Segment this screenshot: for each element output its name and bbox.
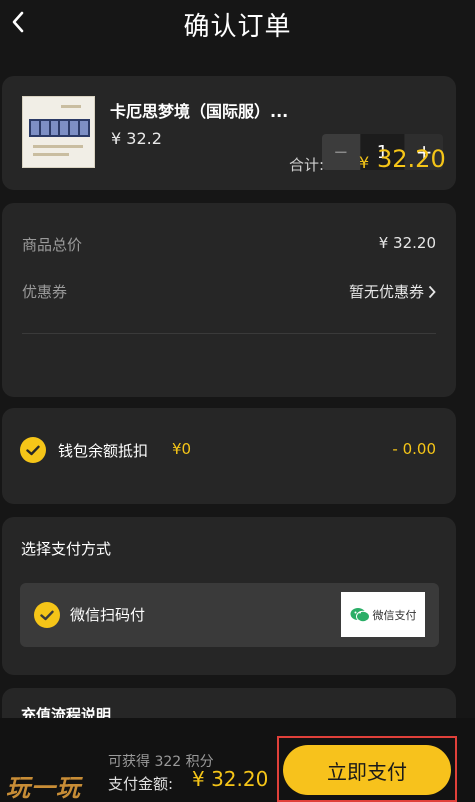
summary-divider: [22, 333, 436, 334]
checkmark-icon: [26, 445, 40, 455]
wechat-pay-option[interactable]: 微信扫码付 微信支付: [20, 583, 439, 647]
coupon-value: 暂无优惠券: [348, 283, 424, 301]
pay-amount-value: ¥ 32.20: [192, 767, 269, 791]
pay-now-button[interactable]: 立即支付: [283, 745, 451, 795]
checkout-footer: 玩一玩 可获得 322 积分 支付金额: ¥ 32.20 立即支付: [0, 718, 475, 802]
header-bar: 确认订单: [0, 0, 475, 48]
product-price: ¥ 32.2: [111, 129, 162, 148]
wechat-pay-logo: 微信支付: [341, 592, 425, 637]
page-title: 确认订单: [183, 11, 292, 42]
wechat-pay-label: 微信扫码付: [70, 606, 146, 624]
goods-total-label: 商品总价: [22, 236, 83, 254]
wallet-balance: ¥0: [172, 440, 192, 458]
product-name: 卡厄思梦境（国际服）...: [110, 102, 289, 121]
coupon-selector[interactable]: 暂无优惠券: [349, 281, 436, 302]
goods-total-value: ¥ 32.20: [378, 234, 436, 252]
wallet-deduction-amount: - 0.00: [392, 440, 436, 458]
product-thumbnail[interactable]: [22, 96, 95, 168]
decrease-quantity-button[interactable]: −: [322, 134, 360, 170]
coupon-label: 优惠券: [22, 283, 68, 301]
checkmark-icon: [40, 610, 54, 620]
wallet-deduction-card[interactable]: 钱包余额抵扣 ¥0 - 0.00: [2, 408, 456, 504]
wechat-pay-checkbox[interactable]: [34, 602, 60, 628]
wallet-label: 钱包余额抵扣: [58, 442, 149, 460]
price-summary-card: 商品总价 ¥ 32.20 优惠券 暂无优惠券: [2, 203, 456, 397]
back-button[interactable]: [4, 6, 32, 38]
wechat-pay-badge-text: 微信支付: [372, 608, 417, 622]
pay-amount-label: 支付金额:: [108, 775, 174, 793]
subtotal-currency-symbol: ¥: [359, 153, 370, 172]
subtotal-value: 32.20: [377, 145, 446, 173]
payment-method-title: 选择支付方式: [21, 540, 112, 558]
watermark-logo: 玩一玩: [6, 774, 81, 802]
chevron-right-icon: [428, 285, 436, 298]
wechat-icon: [350, 607, 370, 622]
chevron-left-icon: [12, 11, 24, 33]
payment-method-card: 选择支付方式 微信扫码付 微信支付: [2, 517, 456, 675]
subtotal-label: 合计:: [289, 156, 325, 174]
wallet-checkbox[interactable]: [20, 437, 46, 463]
